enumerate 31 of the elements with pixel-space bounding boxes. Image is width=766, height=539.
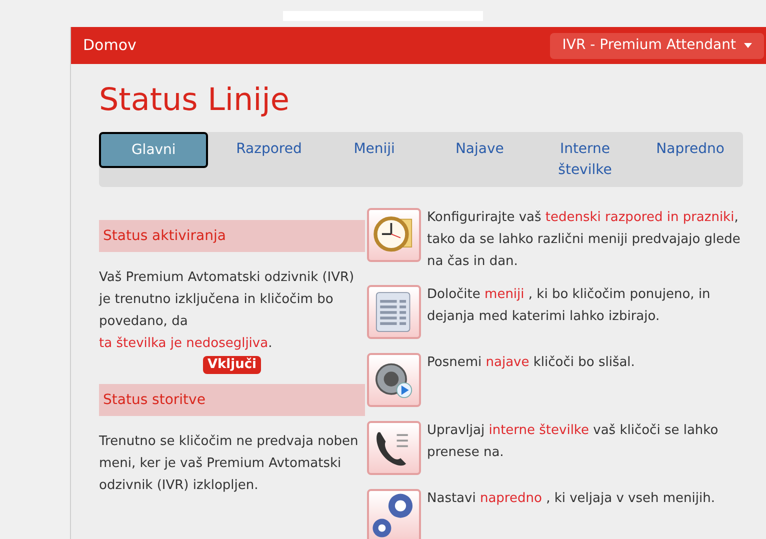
inline-link[interactable]: napredno: [480, 491, 542, 506]
tab[interactable]: Glavni: [99, 132, 208, 168]
tab[interactable]: Najave: [430, 139, 530, 160]
speaker-icon[interactable]: [367, 353, 421, 407]
page-title: Status Linije: [99, 81, 290, 120]
tab[interactable]: Razpored: [219, 139, 319, 160]
inline-link[interactable]: ta številka je nedosegljiva: [99, 336, 268, 351]
caret-icon: [744, 43, 752, 48]
feature-text: Konfigurirajte vaš tedenski razpored in prazniki, tako da se lahko različni meniji predvajajo glede na čas in dan.: [427, 209, 742, 271]
section-heading: Status aktiviranja: [99, 220, 365, 252]
tab[interactable]: Meniji: [324, 139, 424, 160]
section-heading: Status storitve: [99, 384, 365, 416]
feature-text: Nastavi napredno , ki veljaja v vseh menijih.: [427, 490, 716, 508]
gears-icon[interactable]: [367, 489, 421, 539]
inline-link[interactable]: meniji: [484, 287, 524, 302]
inline-link[interactable]: tedenski razpored in prazniki: [545, 210, 734, 225]
feature-text: Upravljaj interne številke vaš kličoči se lahko prenese na.: [427, 422, 720, 462]
inline-link[interactable]: najave: [486, 355, 530, 370]
inline-link[interactable]: interne številke: [488, 423, 589, 438]
activate-button[interactable]: Vključi: [203, 356, 261, 374]
list-icon[interactable]: [367, 285, 421, 339]
phone-icon[interactable]: [367, 421, 421, 475]
product-dropdown[interactable]: IVR - Premium Attendant: [550, 32, 764, 58]
tab[interactable]: Interne številke: [535, 139, 635, 181]
feature-text: Posnemi najave kličoči bo slišal.: [427, 354, 636, 372]
feature-text: Določite meniji , ki bo kličočim ponujeno, in dejanja med katerimi lahko izbirajo.: [427, 286, 712, 326]
status-text: Trenutno se kličočim ne predvaja noben meni, ker je vaš Premium Avtomatski odzivnik (IVR) izklopljen.: [99, 433, 360, 495]
tab[interactable]: Napredno: [640, 139, 740, 160]
home-link[interactable]: Domov: [83, 34, 136, 57]
status-text: Vaš Premium Avtomatski odzivnik (IVR) je trenutno izključena in kličočim bo povedano, da ta številka je nedosegljiva.: [99, 269, 356, 353]
clock-icon[interactable]: [367, 208, 421, 262]
